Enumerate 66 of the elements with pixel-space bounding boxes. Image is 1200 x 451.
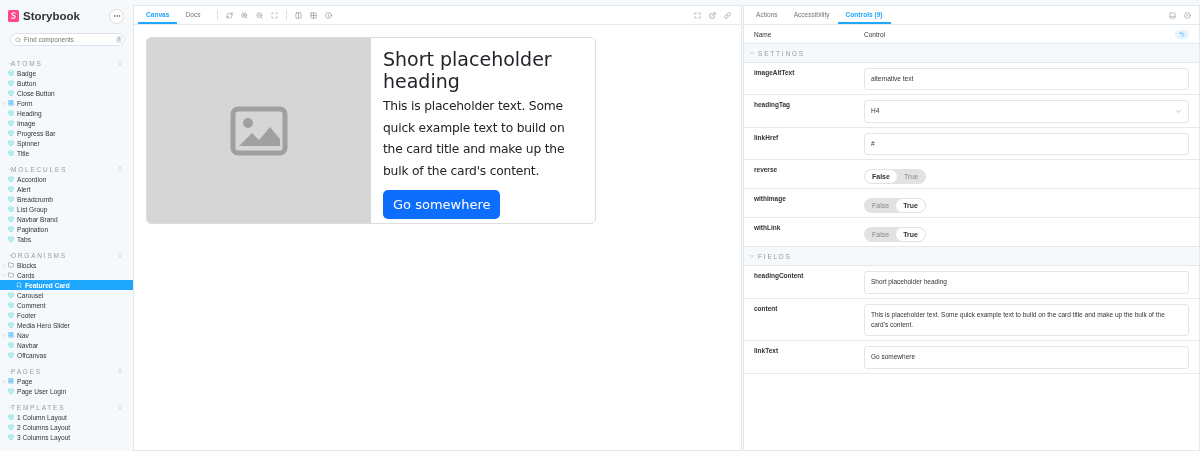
component-icon	[8, 424, 14, 430]
expand-all-icon[interactable]	[117, 166, 123, 172]
component-icon	[8, 176, 14, 182]
component-icon	[8, 216, 14, 222]
caret-icon[interactable]	[8, 60, 13, 66]
component-icon	[8, 150, 14, 156]
card-heading: Short placeholder heading	[383, 48, 553, 92]
grid-icon[interactable]	[309, 11, 317, 19]
caret-icon	[2, 100, 7, 106]
caret-icon	[2, 332, 7, 338]
component-icon	[8, 226, 14, 232]
component-icon	[8, 236, 14, 242]
bookmark-icon	[16, 282, 22, 288]
component-icon	[8, 196, 14, 202]
fullscreen-icon[interactable]	[694, 11, 701, 19]
expand-all-icon[interactable]	[117, 252, 123, 258]
menu-button[interactable]	[109, 8, 124, 24]
zoom-in-icon[interactable]	[240, 11, 248, 19]
more-icon	[112, 12, 121, 20]
component-icon	[8, 352, 14, 358]
external-link-icon[interactable]	[709, 11, 716, 19]
component-icon	[8, 206, 14, 212]
component-icon	[8, 70, 14, 76]
component-icon	[8, 388, 14, 394]
component-icon	[8, 110, 14, 116]
component-icon	[8, 130, 14, 136]
component-icon	[8, 186, 14, 192]
component-icon	[8, 312, 14, 318]
caret-icon[interactable]	[749, 50, 755, 56]
panel-icon[interactable]	[1169, 11, 1176, 19]
component-icon	[8, 120, 14, 126]
caret-icon[interactable]	[8, 166, 13, 172]
go-button[interactable]: Go somewhere	[383, 190, 501, 219]
background-icon[interactable]	[294, 11, 302, 19]
component-icon	[8, 414, 14, 420]
zoom-out-icon[interactable]	[255, 11, 263, 19]
component-icon	[8, 434, 14, 440]
caret-icon[interactable]	[8, 404, 13, 410]
reload-icon[interactable]	[225, 11, 233, 19]
component-icon	[8, 80, 14, 86]
caret-icon[interactable]	[749, 253, 755, 260]
card-text: This is placeholder text. Some quick example text to build on the card title and make up the bulk of the card's content.	[383, 98, 566, 180]
grid-icon	[8, 378, 14, 384]
expand-all-icon[interactable]	[117, 368, 123, 374]
search-icon	[15, 36, 21, 43]
info-icon[interactable]	[324, 11, 332, 19]
component-icon	[8, 302, 14, 308]
undo-icon	[1179, 31, 1185, 37]
component-icon	[8, 342, 14, 348]
close-icon[interactable]	[1184, 11, 1191, 19]
grid-icon	[8, 100, 14, 106]
component-icon	[8, 90, 14, 96]
link-icon[interactable]	[724, 11, 731, 19]
reset-button[interactable]	[1175, 29, 1189, 39]
caret-icon	[1175, 108, 1182, 116]
expand-all-icon[interactable]	[117, 404, 123, 410]
component-icon	[8, 292, 14, 298]
storybook-logo: Storybook	[8, 10, 80, 22]
component-icon	[8, 322, 14, 328]
folder-icon	[8, 262, 14, 268]
image-placeholder-icon	[230, 105, 288, 156]
expand-all-icon[interactable]	[117, 60, 123, 66]
folder-icon	[8, 272, 14, 278]
component-icon	[8, 140, 14, 146]
grid-icon	[8, 332, 14, 338]
zoom-reset-icon[interactable]	[270, 11, 278, 19]
